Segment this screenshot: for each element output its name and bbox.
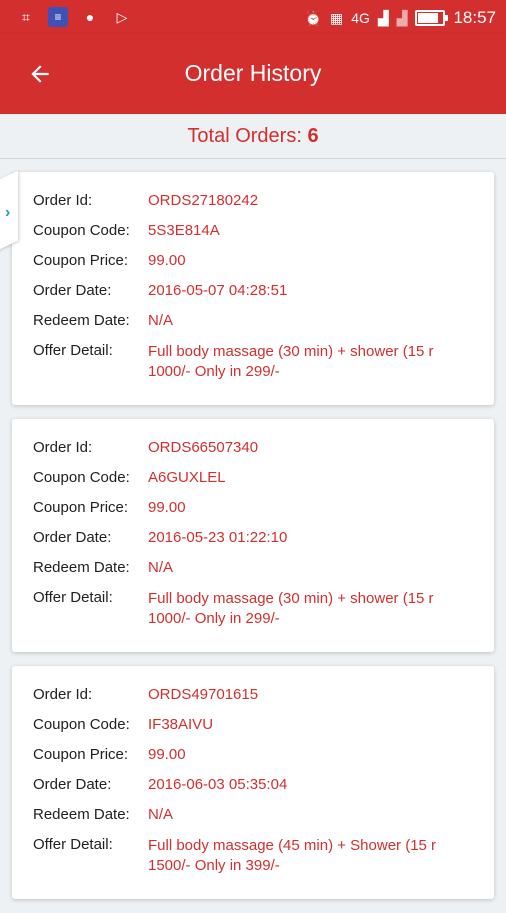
coupon-price-label: Coupon Price: — [33, 252, 129, 269]
order-id-row: Order Id: ORDS49701615 — [33, 686, 494, 716]
total-orders-label: Total Orders: — [187, 125, 308, 147]
order-date-row: Order Date: 2016-05-23 01:22:10 — [33, 529, 494, 559]
redeem-date-value: N/A — [148, 559, 174, 576]
order-id-row: Order Id: ORDS27180242 — [33, 192, 494, 222]
redeem-date-row: Redeem Date: N/A — [33, 312, 494, 342]
status-time: 18:57 — [453, 8, 496, 27]
order-date-label: Order Date: — [33, 529, 112, 546]
order-date-row: Order Date: 2016-06-03 05:35:04 — [33, 776, 494, 806]
coupon-price-value: 99.00 — [148, 499, 186, 516]
order-date-label: Order Date: — [33, 776, 112, 793]
order-id-value: ORDS27180242 — [148, 192, 259, 209]
coupon-code-value: 5S3E814A — [148, 222, 220, 239]
redeem-date-label: Redeem Date: — [33, 559, 130, 576]
offer-detail-value: Full body massage (30 min) + shower (15 … — [148, 589, 473, 629]
play-store-icon: ▷ — [116, 8, 128, 25]
redeem-date-row: Redeem Date: N/A — [33, 559, 494, 589]
status-bar: ⌗ ≡ ● ▷ ⏰ ▦ 4G ▟ ▟ 18:57 — [0, 0, 506, 34]
coupon-price-label: Coupon Price: — [33, 499, 129, 516]
order-list: Order Id: ORDS27180242 Coupon Code: 5S3E… — [12, 172, 494, 913]
order-date-value: 2016-05-23 01:22:10 — [148, 529, 288, 546]
notes-icon: ≡ — [48, 7, 68, 27]
offer-detail-line: 1000/- Only in 299/- — [148, 610, 280, 627]
coupon-price-row: Coupon Price: 99.00 — [33, 499, 494, 529]
order-id-value: ORDS49701615 — [148, 686, 259, 703]
offer-detail-label: Offer Detail: — [33, 836, 113, 853]
order-card[interactable]: Order Id: ORDS27180242 Coupon Code: 5S3E… — [12, 172, 494, 405]
order-id-label: Order Id: — [33, 192, 93, 209]
coupon-code-value: A6GUXLEL — [148, 469, 226, 486]
coupon-price-value: 99.00 — [148, 252, 186, 269]
chevron-right-icon[interactable]: › — [5, 204, 10, 222]
order-date-value: 2016-06-03 05:35:04 — [148, 776, 288, 793]
signal-icon: ▟ — [377, 9, 389, 26]
alarm-icon: ⏰ — [304, 9, 322, 26]
order-id-label: Order Id: — [33, 686, 93, 703]
total-orders-count: 6 — [307, 125, 319, 147]
redeem-date-value: N/A — [148, 806, 174, 823]
offer-detail-row: Offer Detail: Full body massage (45 min)… — [33, 836, 494, 876]
offer-detail-value: Full body massage (45 min) + Shower (15 … — [148, 836, 473, 876]
battery-icon — [415, 10, 449, 26]
coupon-code-row: Coupon Code: 5S3E814A — [33, 222, 494, 252]
app-bar: Order History — [0, 34, 506, 114]
offer-detail-label: Offer Detail: — [33, 589, 113, 606]
order-card[interactable]: Order Id: ORDS66507340 Coupon Code: A6GU… — [12, 419, 494, 652]
redeem-date-row: Redeem Date: N/A — [33, 806, 494, 836]
offer-detail-row: Offer Detail: Full body massage (30 min)… — [33, 589, 494, 629]
order-card[interactable]: Order Id: ORDS49701615 Coupon Code: IF38… — [12, 666, 494, 899]
offer-detail-row: Offer Detail: Full body massage (30 min)… — [33, 342, 494, 382]
scan-icon: ⌗ — [22, 8, 30, 25]
redeem-date-label: Redeem Date: — [33, 806, 130, 823]
coupon-price-label: Coupon Price: — [33, 746, 129, 763]
chat-icon: ● — [85, 9, 95, 25]
hd-icon: ▦ — [329, 9, 344, 26]
order-date-value: 2016-05-07 04:28:51 — [148, 282, 288, 299]
coupon-code-row: Coupon Code: IF38AIVU — [33, 716, 494, 746]
offer-detail-line: 1000/- Only in 299/- — [148, 363, 280, 380]
offer-detail-line: Full body massage (30 min) + shower (15 … — [148, 590, 434, 607]
total-orders-summary: Total Orders: 6 — [0, 114, 506, 159]
page-title: Order History — [184, 60, 322, 86]
offer-detail-line: Full body massage (45 min) + Shower (15 … — [148, 837, 437, 854]
offer-detail-line: Full body massage (30 min) + shower (15 … — [148, 343, 434, 360]
redeem-date-label: Redeem Date: — [33, 312, 130, 329]
coupon-price-row: Coupon Price: 99.00 — [33, 746, 494, 776]
order-id-label: Order Id: — [33, 439, 93, 456]
coupon-code-label: Coupon Code: — [33, 469, 130, 486]
coupon-code-label: Coupon Code: — [33, 222, 130, 239]
order-id-row: Order Id: ORDS66507340 — [33, 439, 494, 469]
order-id-value: ORDS66507340 — [148, 439, 259, 456]
signal-4g-icon: 4G — [351, 10, 370, 26]
offer-detail-label: Offer Detail: — [33, 342, 113, 359]
order-date-label: Order Date: — [33, 282, 112, 299]
coupon-code-row: Coupon Code: A6GUXLEL — [33, 469, 494, 499]
offer-detail-value: Full body massage (30 min) + shower (15 … — [148, 342, 473, 382]
order-date-row: Order Date: 2016-05-07 04:28:51 — [33, 282, 494, 312]
signal-icon: ▟ — [396, 9, 408, 26]
redeem-date-value: N/A — [148, 312, 174, 329]
coupon-price-row: Coupon Price: 99.00 — [33, 252, 494, 282]
offer-detail-line: 1500/- Only in 399/- — [148, 857, 280, 874]
coupon-code-value: IF38AIVU — [148, 716, 214, 733]
coupon-code-label: Coupon Code: — [33, 716, 130, 733]
coupon-price-value: 99.00 — [148, 746, 186, 763]
